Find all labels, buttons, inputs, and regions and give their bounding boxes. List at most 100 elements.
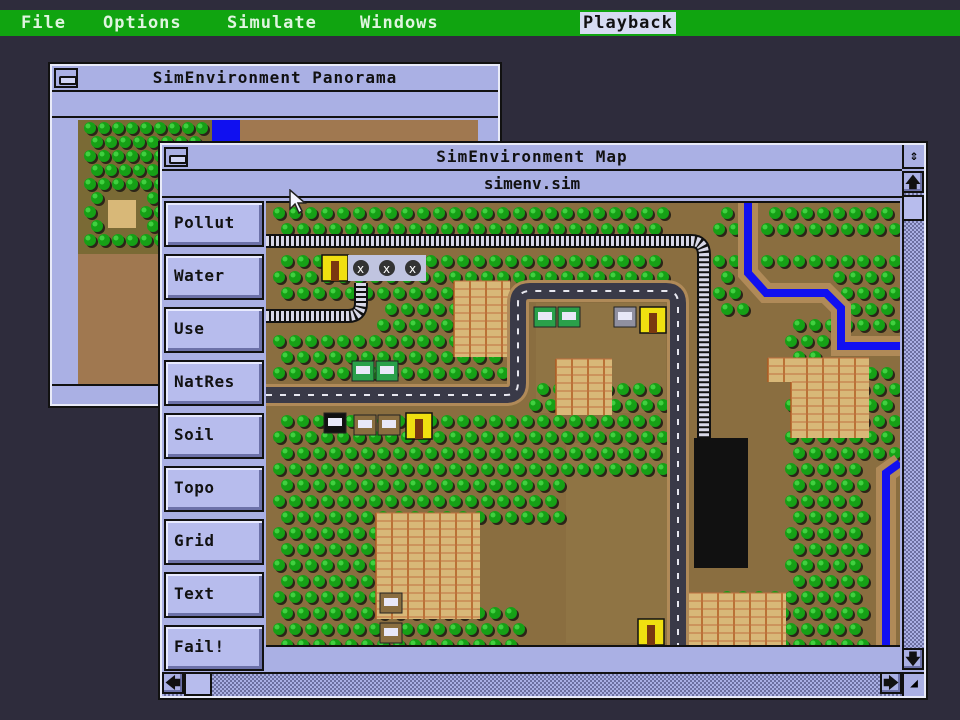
tree-highlight bbox=[402, 208, 408, 214]
menu-windows[interactable]: Windows bbox=[357, 12, 442, 34]
tree bbox=[305, 335, 317, 347]
menu-file[interactable]: File bbox=[18, 12, 69, 34]
tree bbox=[529, 495, 541, 507]
map-viewport[interactable]: xxx bbox=[266, 201, 900, 647]
tree-highlight bbox=[442, 288, 448, 294]
tree-highlight bbox=[874, 448, 880, 454]
tree-highlight bbox=[562, 464, 568, 470]
menu-options[interactable]: Options bbox=[100, 12, 185, 34]
up-arrow-icon[interactable]: 🡅 bbox=[902, 171, 924, 193]
tool-water-button[interactable]: Water bbox=[164, 254, 264, 300]
barrel-x: x bbox=[357, 262, 364, 276]
tree bbox=[825, 447, 837, 459]
tree bbox=[521, 479, 533, 491]
tool-natres-button[interactable]: NatRes bbox=[164, 360, 264, 406]
tree-highlight bbox=[274, 624, 280, 630]
tree bbox=[369, 623, 381, 635]
pano-tree bbox=[91, 192, 103, 204]
tree-highlight bbox=[850, 624, 856, 630]
tree-highlight bbox=[298, 608, 304, 614]
tree-highlight bbox=[306, 368, 312, 374]
tree bbox=[465, 207, 477, 219]
tree-highlight bbox=[282, 256, 288, 262]
tree-highlight bbox=[330, 640, 336, 645]
tree bbox=[465, 495, 477, 507]
tool-pollut-button[interactable]: Pollut bbox=[164, 201, 264, 247]
tree-highlight bbox=[466, 432, 472, 438]
resize-corner-icon[interactable]: ◢ bbox=[902, 672, 924, 696]
close-box-icon[interactable] bbox=[54, 68, 78, 88]
tree bbox=[337, 623, 349, 635]
map-titlebar[interactable]: SimEnvironment Map bbox=[162, 145, 902, 171]
tree-highlight bbox=[850, 272, 856, 278]
tree bbox=[841, 223, 853, 235]
tree-highlight bbox=[578, 432, 584, 438]
pano-tree-highlight bbox=[120, 165, 126, 171]
tree bbox=[825, 511, 837, 523]
panorama-titlebar[interactable]: SimEnvironment Panorama bbox=[52, 66, 498, 92]
tree bbox=[801, 207, 813, 219]
tree-highlight bbox=[858, 640, 864, 645]
tree bbox=[577, 207, 589, 219]
tree bbox=[857, 575, 869, 587]
tool-fail-button[interactable]: Fail! bbox=[164, 625, 264, 671]
tree bbox=[545, 495, 557, 507]
tree-highlight bbox=[314, 576, 320, 582]
right-arrow-icon[interactable]: 🡆 bbox=[880, 672, 902, 694]
tree-highlight bbox=[386, 304, 392, 310]
tool-use-button[interactable]: Use bbox=[164, 307, 264, 353]
tree bbox=[433, 207, 445, 219]
tree-highlight bbox=[842, 224, 848, 230]
tool-text-button[interactable]: Text bbox=[164, 572, 264, 618]
down-arrow-icon[interactable]: 🡇 bbox=[902, 648, 924, 670]
updown-arrow-icon[interactable]: ⇕ bbox=[902, 145, 924, 169]
tree-highlight bbox=[842, 640, 848, 645]
tree-highlight bbox=[810, 256, 816, 262]
horizontal-scroll-thumb[interactable] bbox=[184, 672, 212, 696]
tree-highlight bbox=[890, 256, 896, 262]
tree-highlight bbox=[458, 480, 464, 486]
tree-highlight bbox=[290, 560, 296, 566]
tree bbox=[537, 223, 549, 235]
tool-grid-button[interactable]: Grid bbox=[164, 519, 264, 565]
tool-soil-button[interactable]: Soil bbox=[164, 413, 264, 459]
tree bbox=[313, 511, 325, 523]
tree bbox=[425, 287, 437, 299]
tree-highlight bbox=[282, 224, 288, 230]
tree-highlight bbox=[882, 400, 888, 406]
tree bbox=[849, 463, 861, 475]
tree-highlight bbox=[818, 496, 824, 502]
close-box-icon[interactable] bbox=[164, 147, 188, 167]
tree bbox=[521, 415, 533, 427]
tree-highlight bbox=[850, 528, 856, 534]
tree bbox=[465, 367, 477, 379]
tree bbox=[297, 479, 309, 491]
vertical-scrollbar[interactable]: 🡅 🡇 bbox=[902, 171, 924, 670]
tree bbox=[801, 559, 813, 571]
pano-tree-highlight bbox=[148, 137, 154, 143]
tree-highlight bbox=[402, 336, 408, 342]
tree-highlight bbox=[410, 640, 416, 645]
left-arrow-icon[interactable]: 🡄 bbox=[162, 672, 184, 694]
tree-highlight bbox=[626, 432, 632, 438]
tree bbox=[865, 271, 877, 283]
tree-highlight bbox=[530, 496, 536, 502]
menu-simulate[interactable]: Simulate bbox=[224, 12, 320, 34]
tree-highlight bbox=[586, 256, 592, 262]
tree bbox=[849, 559, 861, 571]
tree-highlight bbox=[642, 464, 648, 470]
tree-highlight bbox=[394, 480, 400, 486]
horizontal-scrollbar[interactable]: 🡄 🡆 bbox=[162, 672, 902, 696]
tree-highlight bbox=[722, 304, 728, 310]
tree bbox=[297, 511, 309, 523]
tree-highlight bbox=[442, 256, 448, 262]
vertical-scroll-thumb[interactable] bbox=[902, 195, 924, 221]
tree-highlight bbox=[858, 576, 864, 582]
menu-playback[interactable]: Playback bbox=[580, 12, 676, 34]
tool-topo-button[interactable]: Topo bbox=[164, 466, 264, 512]
tree-highlight bbox=[778, 256, 784, 262]
tree-highlight bbox=[346, 352, 352, 358]
tree bbox=[617, 223, 629, 235]
power-building-door bbox=[649, 313, 657, 333]
tree bbox=[641, 207, 653, 219]
